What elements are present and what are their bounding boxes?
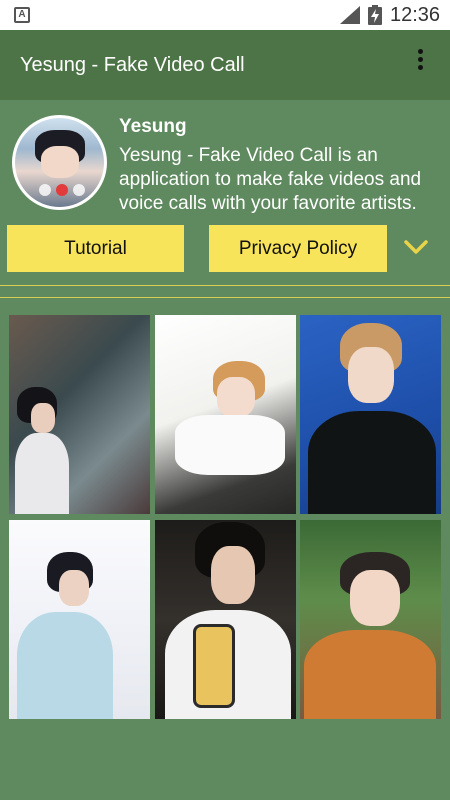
app-notification-icon: A <box>14 7 30 23</box>
photo-2[interactable] <box>155 315 296 514</box>
photo-5[interactable] <box>155 520 296 719</box>
app-title: Yesung - Fake Video Call <box>20 54 245 76</box>
status-bar: A 12:36 <box>0 0 450 30</box>
status-time: 12:36 <box>390 4 441 26</box>
divider-top <box>0 285 450 286</box>
overflow-menu-icon[interactable] <box>410 46 430 78</box>
photo-6[interactable] <box>300 520 441 719</box>
photo-1[interactable] <box>9 315 150 514</box>
signal-icon <box>340 6 360 24</box>
artist-avatar <box>12 115 107 210</box>
artist-description: Yesung - Fake Video Call is an applicati… <box>119 145 422 214</box>
divider-bottom <box>0 297 450 298</box>
app-bar: Yesung - Fake Video Call <box>0 30 450 100</box>
battery-charging-icon <box>368 5 382 25</box>
privacy-policy-button[interactable]: Privacy Policy <box>209 225 387 272</box>
photo-3[interactable] <box>300 315 441 514</box>
tutorial-button[interactable]: Tutorial <box>7 225 184 272</box>
artist-name: Yesung <box>119 116 187 137</box>
chevron-down-icon[interactable] <box>403 238 429 256</box>
photo-4[interactable] <box>9 520 150 719</box>
